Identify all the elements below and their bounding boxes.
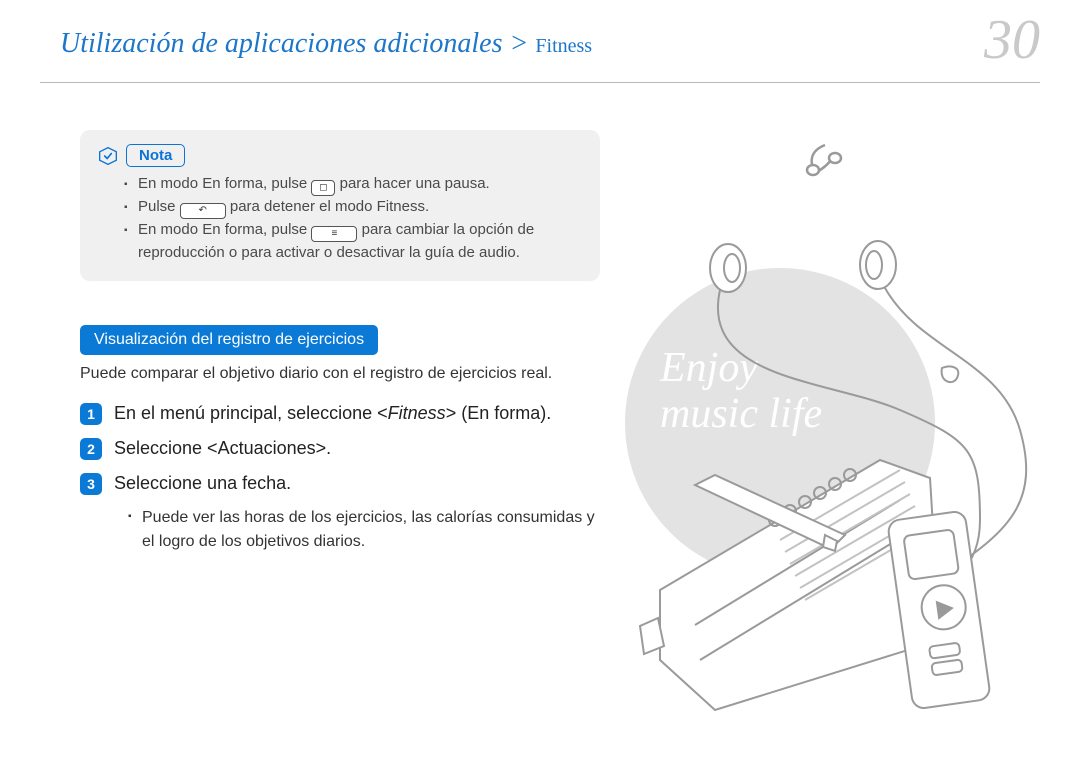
note-header: Nota	[98, 144, 582, 167]
note-badge: Nota	[126, 144, 185, 167]
pause-button-icon: ◻	[311, 180, 335, 196]
note-box: Nota En modo En forma, pulse ◻ para hace…	[80, 130, 600, 281]
sub-bullet: Puede ver las horas de los ejercicios, l…	[128, 506, 600, 552]
step-text: En el menú principal, seleccione <Fitnes…	[114, 401, 551, 426]
slogan: Enjoy music life	[660, 345, 822, 437]
step-2: 2 Seleccione <Actuaciones>.	[80, 436, 600, 461]
step-text: Seleccione <Actuaciones>.	[114, 436, 331, 461]
steps: 1 En el menú principal, seleccione <Fitn…	[80, 401, 600, 553]
step-number-badge: 1	[80, 403, 102, 425]
note-list: En modo En forma, pulse ◻ para hacer una…	[98, 173, 582, 265]
step-number-badge: 3	[80, 473, 102, 495]
step-text: Seleccione una fecha.	[114, 471, 291, 496]
back-button-icon: ↶	[180, 203, 226, 219]
section: Visualización del registro de ejercicios…	[80, 281, 600, 385]
menu-button-icon: ≡	[311, 226, 357, 242]
circle-bg	[625, 268, 935, 578]
section-title: Visualización del registro de ejercicios	[80, 325, 378, 355]
note-item: Pulse ↶ para detener el modo Fitness.	[124, 196, 582, 219]
illustration: Enjoy music life	[600, 120, 1080, 760]
breadcrumb-sep: >	[502, 28, 535, 59]
content-column: Nota En modo En forma, pulse ◻ para hace…	[80, 130, 600, 553]
note-item: En modo En forma, pulse ◻ para hacer una…	[124, 173, 582, 196]
step-3-subbullets: Puede ver las horas de los ejercicios, l…	[80, 506, 600, 552]
section-desc: Puede comparar el objetivo diario con el…	[80, 363, 600, 385]
breadcrumb: Utilización de aplicaciones adicionales …	[60, 28, 1040, 60]
divider	[40, 82, 1040, 83]
breadcrumb-main: Utilización de aplicaciones adicionales	[60, 28, 502, 59]
note-item: En modo En forma, pulse ≡ para cambiar l…	[124, 219, 582, 265]
step-3: 3 Seleccione una fecha.	[80, 471, 600, 496]
step-number-badge: 2	[80, 438, 102, 460]
note-check-icon	[98, 146, 118, 166]
manual-page: Utilización de aplicaciones adicionales …	[0, 0, 1080, 762]
breadcrumb-sub: Fitness	[535, 35, 592, 57]
step-1: 1 En el menú principal, seleccione <Fitn…	[80, 401, 600, 426]
page-number: 30	[984, 8, 1040, 72]
line-art-icon	[600, 120, 1080, 760]
